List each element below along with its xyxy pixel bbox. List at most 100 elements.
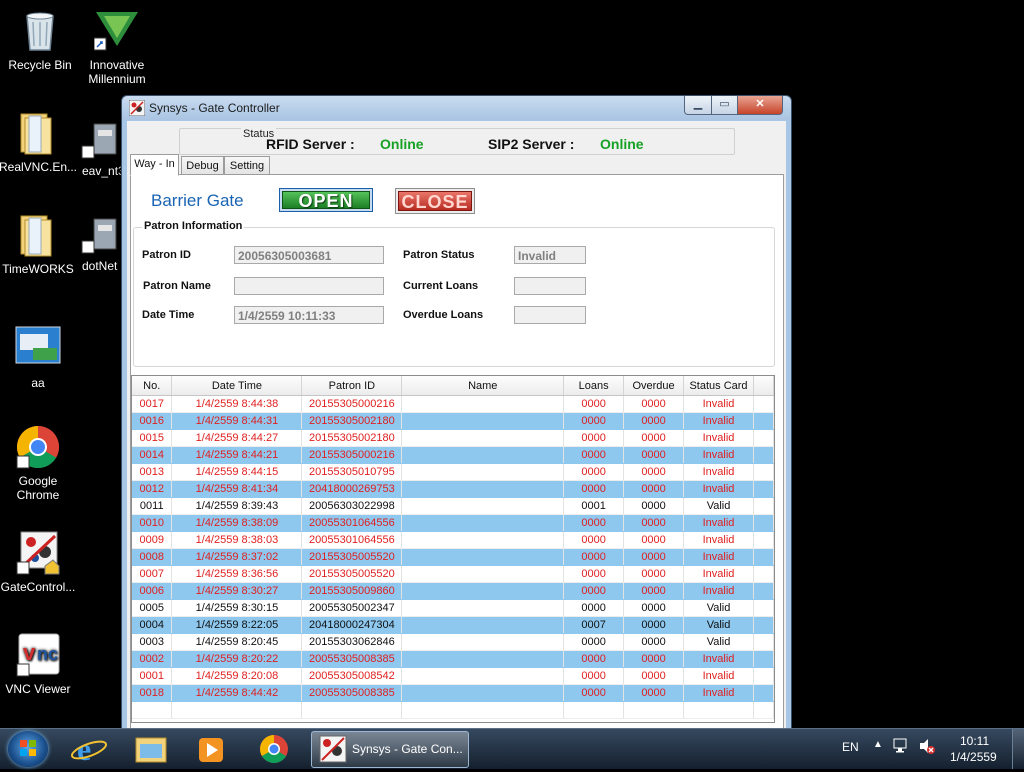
desktop-icon-realvnc[interactable]: RealVNC.En... bbox=[0, 110, 78, 174]
screenshot-thumbnail-icon bbox=[15, 326, 61, 372]
desktop-icon-google-chrome[interactable]: Google Chrome bbox=[0, 424, 78, 502]
taskbar-explorer[interactable] bbox=[124, 732, 178, 766]
table-row[interactable]: 0013 1/4/2559 8:44:15 20155305010795 0000 00… bbox=[132, 463, 774, 481]
cell-name bbox=[401, 531, 565, 549]
table-row[interactable]: 0010 1/4/2559 8:38:09 20055301064556 0000 00… bbox=[132, 514, 774, 532]
cell-filler bbox=[753, 633, 774, 651]
cell-no: 0009 bbox=[132, 531, 173, 549]
clock-time[interactable]: 10:11 bbox=[960, 734, 989, 748]
cell-loans: 0001 bbox=[563, 497, 625, 515]
table-row[interactable]: 0016 1/4/2559 8:44:31 20155305002180 0000 00… bbox=[132, 412, 774, 430]
network-icon[interactable] bbox=[893, 737, 909, 758]
current-loans-field[interactable] bbox=[514, 277, 586, 295]
table-row[interactable]: 0018 1/4/2559 8:44:42 20055305008385 0000 00… bbox=[132, 684, 774, 702]
tab-way-in[interactable]: Way - In bbox=[130, 154, 179, 176]
column-header-loans[interactable]: Loans bbox=[563, 376, 625, 396]
cell-date-time: 1/4/2559 8:20:08 bbox=[171, 667, 303, 685]
cell-filler bbox=[753, 497, 774, 515]
patron-status-label: Patron Status bbox=[403, 249, 475, 261]
cell-name bbox=[401, 514, 565, 532]
cell-date-time: 1/4/2559 8:44:31 bbox=[171, 412, 303, 430]
taskbar-internet-explorer[interactable]: e bbox=[63, 731, 117, 767]
overdue-loans-field[interactable] bbox=[514, 306, 586, 324]
window-client-area: Status RFID Server : Online SIP2 Server … bbox=[127, 121, 786, 734]
column-header-no[interactable]: No. bbox=[132, 376, 173, 396]
desktop-icon-innovative-millennium[interactable]: Innovative Millennium bbox=[77, 8, 157, 86]
tab-debug[interactable]: Debug bbox=[181, 156, 224, 176]
desktop-icon-recycle-bin[interactable]: Recycle Bin bbox=[0, 8, 80, 72]
table-row[interactable]: 0006 1/4/2559 8:30:27 20155305009860 0000 00… bbox=[132, 582, 774, 600]
maximize-button[interactable]: ▭ bbox=[711, 96, 738, 115]
desktop-icon-aa[interactable]: aa bbox=[0, 326, 78, 390]
column-header-patron-id[interactable]: Patron ID bbox=[301, 376, 403, 396]
rfid-server-label: RFID Server : bbox=[266, 136, 355, 152]
desktop-icon-vnc-viewer[interactable]: v nc VNC Viewer bbox=[0, 632, 78, 696]
column-header-overdue[interactable]: Overdue bbox=[623, 376, 685, 396]
cell-filler bbox=[753, 446, 774, 464]
taskbar: e Synsys - Gate Con... EN ▲ 10:11 1/4/25… bbox=[0, 728, 1024, 769]
table-row[interactable]: 0003 1/4/2559 8:20:45 20155303062846 0000 00… bbox=[132, 633, 774, 651]
cell-date-time: 1/4/2559 8:44:42 bbox=[171, 684, 303, 702]
cell-patron-id: 20155305000216 bbox=[301, 446, 403, 464]
cell-filler bbox=[753, 667, 774, 685]
table-row[interactable]: 0011 1/4/2559 8:39:43 20056303022998 0001 00… bbox=[132, 497, 774, 515]
column-header-date-time[interactable]: Date Time bbox=[171, 376, 303, 396]
table-row[interactable]: 0007 1/4/2559 8:36:56 20155305005520 0000 00… bbox=[132, 565, 774, 583]
table-row[interactable]: 0001 1/4/2559 8:20:08 20055305008542 0000 00… bbox=[132, 667, 774, 685]
show-desktop-button[interactable] bbox=[1012, 729, 1024, 769]
tab-setting[interactable]: Setting bbox=[224, 156, 270, 176]
desktop-icon-gatecontrol[interactable]: GateControl... bbox=[0, 530, 78, 594]
cell-no: 0011 bbox=[132, 497, 173, 515]
title-bar[interactable]: Synsys - Gate Controller ▁ ▭ ✕ bbox=[122, 96, 791, 120]
table-row[interactable]: 0015 1/4/2559 8:44:27 20155305002180 0000 00… bbox=[132, 429, 774, 447]
cell-patron-id: 20155305005520 bbox=[301, 565, 403, 583]
cell-loans: 0000 bbox=[563, 531, 625, 549]
language-indicator[interactable]: EN bbox=[842, 740, 859, 754]
date-time-field[interactable]: 1/4/2559 10:11:33 bbox=[234, 306, 384, 324]
gate-log-table[interactable]: No. Date Time Patron ID Name Loans Overd… bbox=[131, 375, 775, 723]
patron-name-field[interactable] bbox=[234, 277, 384, 295]
table-row[interactable]: 0002 1/4/2559 8:20:22 20055305008385 0000 00… bbox=[132, 650, 774, 668]
table-row[interactable]: 0012 1/4/2559 8:41:34 20418000269753 0000 00… bbox=[132, 480, 774, 498]
table-row[interactable]: 0009 1/4/2559 8:38:03 20055301064556 0000 00… bbox=[132, 531, 774, 549]
open-gate-button[interactable]: OPEN bbox=[279, 188, 373, 212]
start-button[interactable] bbox=[8, 731, 48, 767]
table-row[interactable]: 0005 1/4/2559 8:30:15 20055305002347 0000 00… bbox=[132, 599, 774, 617]
cell-filler bbox=[753, 412, 774, 430]
taskbar-media-player[interactable] bbox=[185, 732, 239, 766]
taskbar-gate-controller[interactable]: Synsys - Gate Con... bbox=[311, 731, 469, 768]
cell-no: 0003 bbox=[132, 633, 173, 651]
gate-controller-window: Synsys - Gate Controller ▁ ▭ ✕ Status RF… bbox=[121, 95, 792, 737]
cell-overdue: 0000 bbox=[623, 633, 685, 651]
app-icon bbox=[128, 99, 146, 117]
cell-no: 0002 bbox=[132, 650, 173, 668]
close-gate-button[interactable]: CLOSE bbox=[395, 188, 475, 214]
taskbar-chrome[interactable] bbox=[247, 732, 301, 766]
table-row[interactable]: 0004 1/4/2559 8:22:05 20418000247304 0007 00… bbox=[132, 616, 774, 634]
column-header-status-card[interactable]: Status Card bbox=[683, 376, 754, 396]
desktop-icon-label: TimeWORKS bbox=[2, 262, 74, 276]
patron-id-field[interactable]: 20056305003681 bbox=[234, 246, 384, 264]
volume-muted-icon[interactable] bbox=[918, 737, 936, 758]
column-header-filler bbox=[753, 376, 774, 396]
folder-icon bbox=[15, 212, 61, 258]
chrome-icon bbox=[260, 735, 288, 763]
desktop-icon-timeworks[interactable]: TimeWORKS bbox=[0, 212, 78, 276]
close-window-button[interactable]: ✕ bbox=[737, 96, 783, 115]
column-header-name[interactable]: Name bbox=[401, 376, 565, 396]
cell-date-time: 1/4/2559 8:41:34 bbox=[171, 480, 303, 498]
table-row[interactable]: 0017 1/4/2559 8:44:38 20155305000216 0000 00… bbox=[132, 395, 774, 413]
table-row[interactable]: 0014 1/4/2559 8:44:21 20155305000216 0000 00… bbox=[132, 446, 774, 464]
show-hidden-icons-button[interactable]: ▲ bbox=[873, 739, 883, 750]
cell-filler bbox=[753, 650, 774, 668]
gate-controller-icon bbox=[15, 530, 61, 576]
cell-filler bbox=[753, 565, 774, 583]
patron-status-field[interactable]: Invalid bbox=[514, 246, 586, 264]
cell-status-card: Invalid bbox=[683, 650, 754, 668]
table-row[interactable]: 0008 1/4/2559 8:37:02 20155305005520 0000 00… bbox=[132, 548, 774, 566]
minimize-button[interactable]: ▁ bbox=[684, 96, 712, 115]
cell-loans: 0000 bbox=[563, 684, 625, 702]
clock-date[interactable]: 1/4/2559 bbox=[950, 750, 997, 764]
cell-overdue: 0000 bbox=[623, 531, 685, 549]
svg-text:nc: nc bbox=[37, 644, 58, 664]
